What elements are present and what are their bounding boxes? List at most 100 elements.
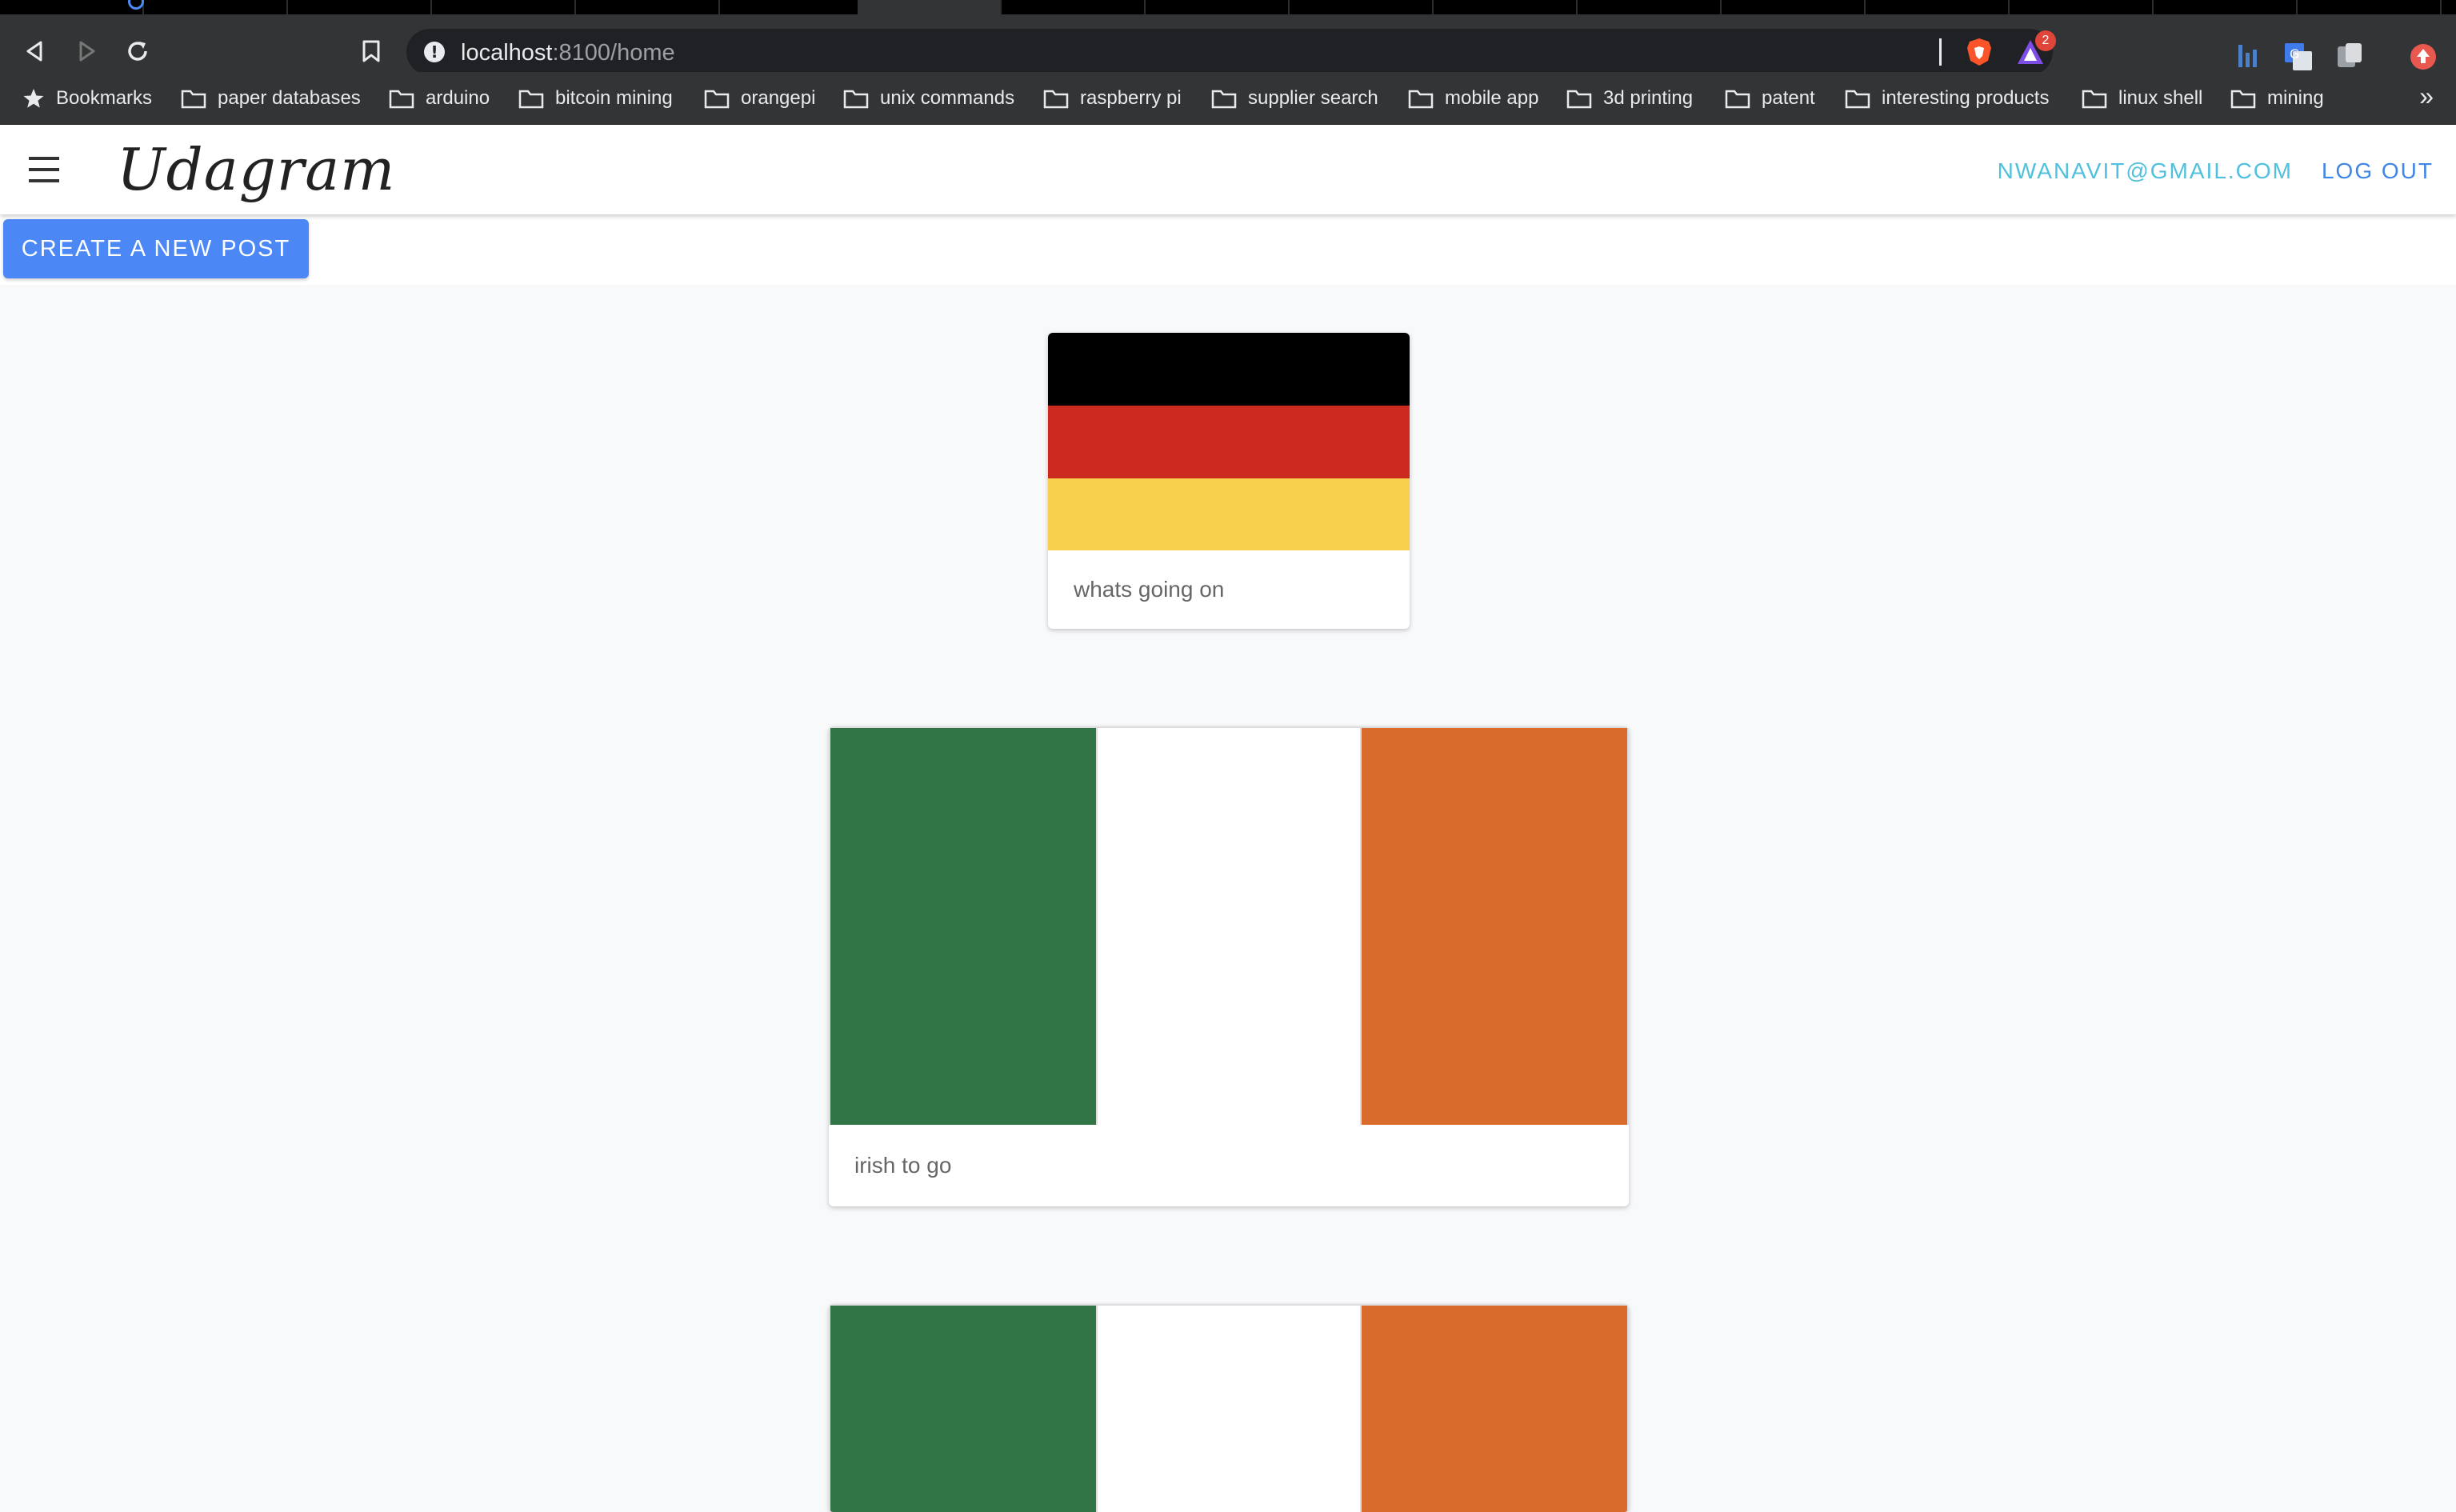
bookmark-label: mining (2267, 87, 2324, 109)
app-header: Udagram NWANAVIT@GMAIL.COM LOG OUT (0, 125, 2456, 214)
post-image-germany-flag[interactable] (1048, 333, 1410, 550)
reload-button[interactable] (120, 34, 155, 69)
forward-button[interactable] (69, 34, 104, 69)
brave-shields-icon[interactable] (1965, 37, 1994, 67)
bookmark-folder-patent[interactable]: patent (1725, 72, 1815, 125)
url-text[interactable]: localhost:8100/home (461, 40, 675, 66)
bookmark-label: 3d printing (1603, 87, 1694, 109)
bookmark-label: bitcoin mining (555, 87, 673, 109)
bookmark-label: arduino (426, 87, 490, 109)
flag-stripe-black (1048, 333, 1410, 406)
svg-text:G: G (2290, 46, 2299, 62)
flag-stripe-white (1096, 728, 1362, 1125)
bookmark-icon (362, 40, 380, 62)
bookmark-folder-mining[interactable]: mining (2230, 72, 2324, 125)
forward-arrow-icon (79, 41, 95, 62)
profile-avatar-icon[interactable] (2408, 42, 2438, 72)
bookmark-folder-supplier-search[interactable]: supplier search (1211, 72, 1378, 125)
folder-icon (843, 90, 869, 109)
omnibox-divider (1939, 38, 1942, 66)
rewards-count-badge: 2 (2035, 30, 2056, 51)
folder-icon (518, 90, 544, 109)
bookmark-label: linux shell (2118, 87, 2203, 109)
bookmark-folder-mobile-app[interactable]: mobile app (1408, 72, 1538, 125)
back-button[interactable] (18, 34, 53, 69)
folder-icon (2230, 90, 2256, 109)
flag-stripe-green (830, 728, 1096, 1125)
address-bar[interactable]: ! localhost:8100/home 2 (406, 29, 2056, 75)
extension-puzzle-icon[interactable] (2334, 42, 2365, 72)
folder-icon (1725, 90, 1750, 109)
browser-tab[interactable] (2010, 0, 2154, 14)
browser-tab[interactable] (1578, 0, 1722, 14)
browser-tab[interactable] (1290, 0, 1434, 14)
post-card[interactable]: whats going on (1048, 333, 1410, 629)
bookmark-label: interesting products (1882, 87, 2050, 109)
browser-tab[interactable] (288, 0, 432, 14)
site-info-icon[interactable]: ! (424, 42, 445, 62)
bookmark-folder-paper-databases[interactable]: paper databases (181, 72, 361, 125)
bookmark-label: raspberry pi (1080, 87, 1182, 109)
bookmark-folder-3d-printing[interactable]: 3d printing (1566, 72, 1693, 125)
bookmark-label: supplier search (1248, 87, 1378, 109)
post-card[interactable]: irish to go (829, 726, 1629, 1206)
create-post-button[interactable]: CREATE A NEW POST (3, 219, 309, 278)
folder-icon (704, 90, 730, 109)
hamburger-menu-icon (29, 157, 59, 160)
bookmark-folder-orangepi[interactable]: orangepi (704, 72, 815, 125)
bookmark-label: Bookmarks (56, 87, 153, 109)
post-image-ireland-flag[interactable] (829, 1304, 1629, 1512)
logout-button[interactable]: LOG OUT (2322, 158, 2434, 184)
bookmark-folder-raspberry-pi[interactable]: raspberry pi (1043, 72, 1182, 125)
bookmark-folder-interesting-products[interactable]: interesting products (1845, 72, 2049, 125)
bookmark-folder-bitcoin-mining[interactable]: bitcoin mining (518, 72, 673, 125)
browser-tab[interactable] (1722, 0, 1866, 14)
flag-stripe-white (1096, 1306, 1362, 1512)
google-translate-icon[interactable]: G (2283, 42, 2314, 72)
browser-tab[interactable] (1434, 0, 1578, 14)
menu-button[interactable] (24, 154, 64, 186)
flag-stripe-orange (1362, 728, 1627, 1125)
browser-tab[interactable] (144, 0, 288, 14)
browser-tab[interactable] (2154, 0, 2298, 14)
folder-icon (1211, 90, 1237, 109)
folder-icon (1566, 90, 1592, 109)
bookmark-page-button[interactable] (354, 34, 389, 69)
browser-tab[interactable] (1146, 0, 1290, 14)
bookmark-folder-linux-shell[interactable]: linux shell (2082, 72, 2202, 125)
bookmark-label: patent (1762, 87, 1815, 109)
star-icon (23, 89, 44, 108)
user-email-link[interactable]: NWANAVIT@GMAIL.COM (1998, 158, 2293, 184)
folder-icon (1408, 90, 1434, 109)
post-card[interactable] (829, 1304, 1629, 1512)
flag-stripe-red (1048, 406, 1410, 478)
browser-tab[interactable] (1002, 0, 1146, 14)
bookmark-label: orangepi (741, 87, 816, 109)
bookmark-folder-unix-commands[interactable]: unix commands (843, 72, 1014, 125)
flag-stripe-green (830, 1306, 1096, 1512)
hamburger-menu-icon (29, 179, 59, 182)
browser-tab[interactable] (720, 0, 864, 14)
post-caption: irish to go (854, 1153, 952, 1178)
app-logo[interactable]: Udagram (117, 136, 395, 203)
extension-stats-icon[interactable] (2232, 42, 2262, 72)
post-caption: whats going on (1074, 577, 1225, 602)
folder-icon (181, 90, 206, 109)
browser-tab-strip (0, 0, 2456, 14)
post-image-ireland-flag[interactable] (829, 726, 1629, 1125)
browser-tab[interactable] (576, 0, 720, 14)
browser-tab[interactable] (432, 0, 576, 14)
bookmark-label: unix commands (880, 87, 1015, 109)
browser-tab[interactable] (2298, 0, 2442, 14)
more-bookmarks-button[interactable]: » (2419, 82, 2434, 111)
bookmark-item-bookmarks[interactable]: Bookmarks (22, 72, 152, 125)
browser-tab-active[interactable] (858, 0, 1002, 14)
folder-icon (389, 90, 414, 109)
hamburger-menu-icon (29, 168, 59, 171)
browser-tab[interactable] (1866, 0, 2010, 14)
folder-icon (2082, 90, 2107, 109)
browser-tab[interactable] (0, 0, 144, 14)
bookmark-label: paper databases (218, 87, 361, 109)
reload-icon (128, 42, 147, 61)
bookmark-folder-arduino[interactable]: arduino (389, 72, 490, 125)
